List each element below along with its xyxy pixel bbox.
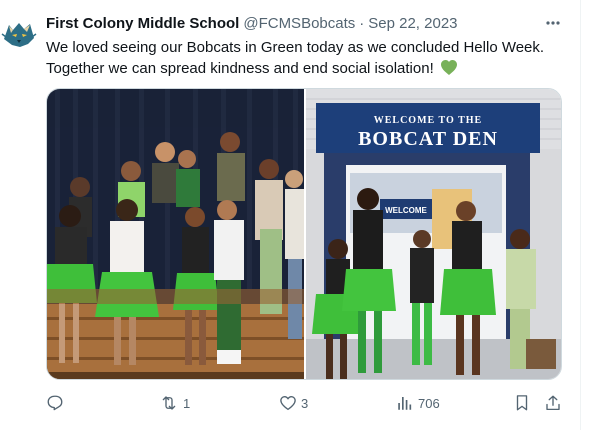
retweet-icon: [162, 396, 176, 410]
bookmark-button[interactable]: [514, 392, 530, 414]
views-chart-icon: [398, 397, 412, 410]
share-button[interactable]: [544, 392, 562, 414]
bookmark-icon: [516, 395, 528, 411]
views-count: 706: [418, 395, 440, 411]
share-icon: [546, 395, 560, 411]
avatar[interactable]: [0, 13, 38, 51]
user-handle[interactable]: @FCMSBobcats: [243, 15, 355, 32]
reply-button[interactable]: [46, 392, 68, 414]
retweet-count: 1: [183, 395, 191, 411]
hallway-sign: WELCOME: [385, 206, 427, 215]
column-divider: [580, 0, 581, 430]
display-name[interactable]: First Colony Middle School: [46, 15, 239, 32]
views-button[interactable]: 706: [396, 392, 440, 414]
tweet-date[interactable]: Sep 22, 2023: [368, 15, 457, 32]
separator-dot: ·: [359, 14, 365, 32]
sign-line-1: WELCOME TO THE: [374, 115, 482, 126]
tweet[interactable]: First Colony Middle School @FCMSBobcats …: [0, 0, 580, 430]
more-options-button[interactable]: [543, 14, 563, 32]
like-button[interactable]: 3: [279, 392, 308, 414]
tweet-media[interactable]: WELCOME TO THE BOBCAT DEN WELCOME: [46, 88, 562, 380]
tweet-text-line-2: Together we can spread kindness and end …: [46, 58, 566, 79]
tweet-actions: 1 3 706: [46, 392, 562, 414]
like-count: 3: [301, 395, 309, 411]
green-heart-icon: [440, 60, 457, 75]
photo-left-group-stage[interactable]: [47, 89, 304, 379]
tweet-header: First Colony Middle School @FCMSBobcats …: [46, 13, 458, 33]
tweet-text-line-2-content: Together we can spread kindness and end …: [46, 60, 434, 77]
more-icon: [546, 21, 560, 25]
sign-line-2: BOBCAT DEN: [358, 128, 498, 150]
tweet-text: We loved seeing our Bobcats in Green tod…: [46, 37, 566, 79]
retweet-button[interactable]: 1: [159, 392, 190, 414]
tweet-text-line-1: We loved seeing our Bobcats in Green tod…: [46, 39, 545, 56]
reply-icon: [47, 395, 63, 411]
photo-right-bobcat-den[interactable]: WELCOME TO THE BOBCAT DEN WELCOME: [306, 89, 561, 379]
heart-icon: [280, 396, 296, 411]
